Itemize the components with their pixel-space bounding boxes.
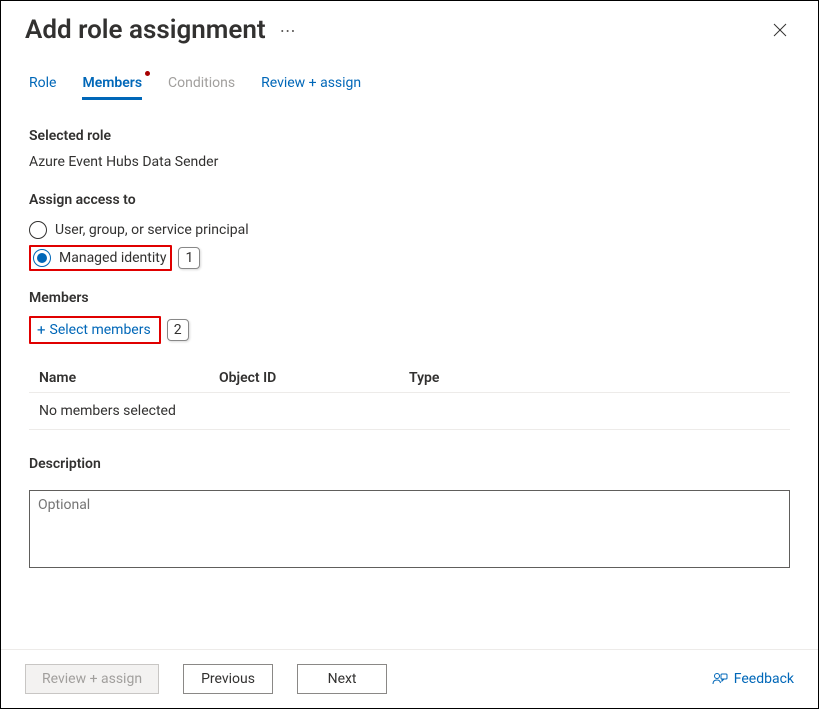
feedback-icon [712, 671, 728, 687]
radio-user-group-principal[interactable] [29, 221, 47, 239]
tab-review-assign[interactable]: Review + assign [261, 75, 361, 100]
page-title: Add role assignment [25, 15, 266, 45]
members-label: Members [29, 290, 790, 306]
tab-conditions: Conditions [168, 75, 235, 100]
col-object-id: Object ID [219, 370, 409, 386]
radio-managed-identity-label[interactable]: Managed identity [59, 250, 166, 266]
review-assign-button: Review + assign [25, 664, 159, 694]
select-members-label: Select members [50, 322, 151, 338]
col-type: Type [409, 370, 790, 386]
callout-number-1: 1 [178, 247, 200, 269]
callout-managed-identity: Managed identity [29, 245, 172, 271]
col-name: Name [29, 370, 219, 386]
feedback-link[interactable]: Feedback [712, 671, 794, 687]
assign-access-radio-group: User, group, or service principal Manage… [29, 218, 790, 270]
more-icon[interactable]: ⋯ [280, 21, 297, 40]
close-icon [773, 23, 787, 37]
assign-access-label: Assign access to [29, 192, 790, 208]
members-table: Name Object ID Type No members selected [29, 364, 790, 430]
tab-members[interactable]: Members [82, 75, 142, 100]
select-members-link[interactable]: + Select members [33, 320, 155, 340]
attention-dot-icon [145, 71, 150, 76]
previous-button[interactable]: Previous [183, 664, 273, 694]
callout-select-members: + Select members [29, 316, 161, 344]
radio-user-group-principal-label[interactable]: User, group, or service principal [55, 222, 249, 238]
description-input[interactable] [29, 490, 790, 568]
radio-managed-identity[interactable] [33, 249, 51, 267]
tab-bar: Role Members Conditions Review + assign [1, 45, 818, 100]
tab-members-label: Members [82, 75, 142, 91]
next-button[interactable]: Next [297, 664, 387, 694]
selected-role-value: Azure Event Hubs Data Sender [29, 154, 790, 170]
members-table-head: Name Object ID Type [29, 364, 790, 393]
selected-role-label: Selected role [29, 128, 790, 144]
callout-number-2: 2 [167, 319, 189, 341]
footer: Review + assign Previous Next Feedback [1, 649, 818, 708]
members-table-empty: No members selected [29, 393, 790, 430]
close-button[interactable] [766, 16, 794, 44]
feedback-label: Feedback [734, 671, 794, 687]
description-label: Description [29, 456, 790, 472]
tab-role[interactable]: Role [29, 75, 56, 100]
plus-icon: + [37, 323, 46, 338]
